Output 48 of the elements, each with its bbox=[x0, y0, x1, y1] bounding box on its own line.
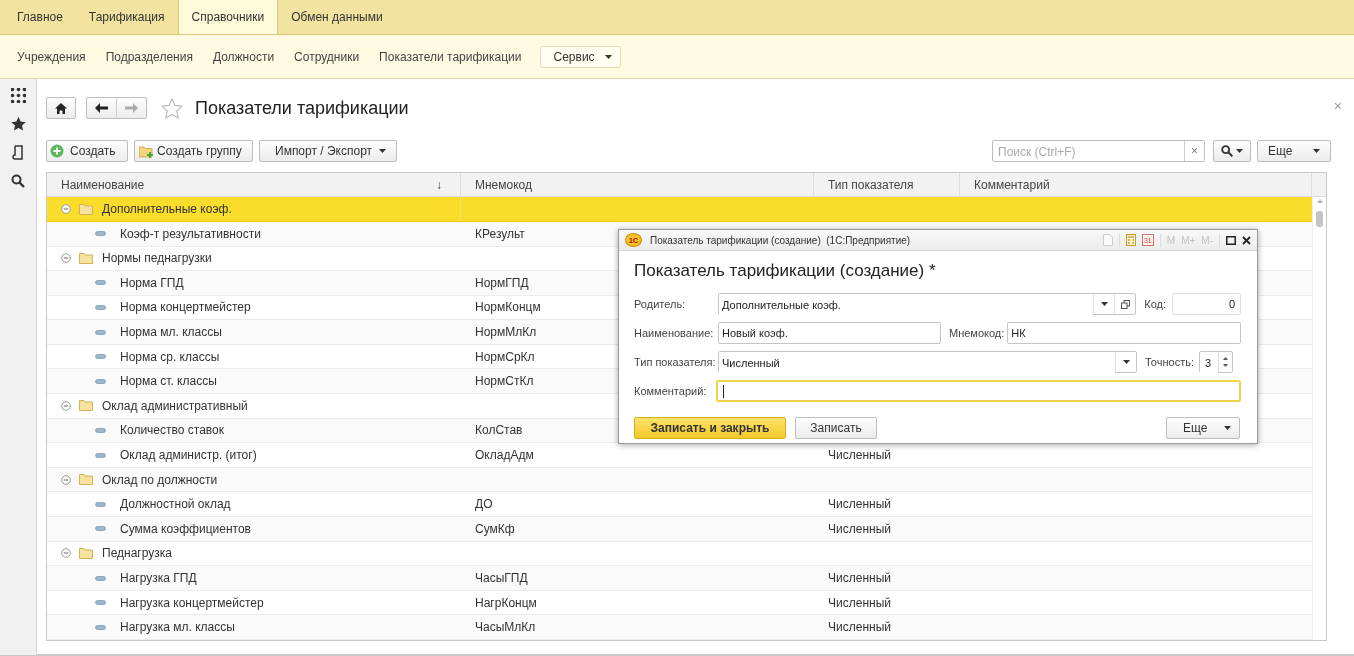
name-text: Нагрузка ГПД bbox=[120, 571, 197, 585]
name-text: Оклад административный bbox=[102, 398, 248, 413]
field-label: Точность: bbox=[1145, 356, 1194, 368]
table-cell: Численный bbox=[828, 521, 891, 536]
dialog-heading: Показатель тарификации (создание) * bbox=[634, 261, 937, 281]
table-cell: Численный bbox=[828, 571, 891, 585]
field-label: Родитель: bbox=[634, 298, 687, 310]
name-text: Количество ставок bbox=[120, 423, 224, 438]
field-label: Тип показателя: bbox=[634, 356, 717, 368]
name-text: Норма ст. классы bbox=[120, 374, 217, 389]
name-text: Должностной оклад bbox=[120, 497, 231, 512]
table-cell: ЧасыГПД bbox=[475, 571, 528, 585]
name-text: Сумма коэффициентов bbox=[120, 521, 251, 536]
name-text: Норма концертмейстер bbox=[120, 300, 251, 315]
table-cell: ДО bbox=[475, 497, 493, 512]
field-label: Мнемокод: bbox=[949, 327, 1005, 339]
window-title: Показатель тарификации (создание) (1С:Предприятие) bbox=[650, 234, 912, 246]
name-text: Коэф-т результативности bbox=[120, 226, 261, 241]
name-text: Норма ср. классы bbox=[120, 349, 220, 364]
field-label: Комментарий: bbox=[634, 385, 708, 397]
page-title: Показатели тарификации bbox=[195, 97, 409, 119]
name-text: Нормы педнагрузки bbox=[102, 251, 212, 266]
name-text: Дополнительные коэф. bbox=[102, 202, 232, 217]
name-text: Нагрузка концертмейстер bbox=[120, 595, 264, 610]
table-cell: Численный bbox=[828, 497, 891, 512]
table-cell: НагрКонцм bbox=[475, 595, 537, 610]
table-cell: КРезульт bbox=[475, 226, 525, 241]
name-text: Нагрузка мл. классы bbox=[120, 620, 235, 635]
table-cell: НормМлКл bbox=[475, 325, 537, 340]
field-label: Наименование: bbox=[634, 327, 715, 339]
table-cell: НормСрКл bbox=[475, 349, 535, 364]
name-text: Норма ГПД bbox=[120, 275, 184, 290]
table-cell: Численный bbox=[828, 595, 891, 610]
table-cell: НормКонцм bbox=[475, 300, 541, 315]
table-cell: НормСтКл bbox=[475, 374, 534, 389]
field-label: Код: bbox=[1144, 298, 1167, 310]
table-cell: НормГПД bbox=[475, 275, 529, 290]
table-cell: ЧасыМлКл bbox=[475, 620, 536, 635]
table-cell: Численный bbox=[828, 448, 891, 463]
table-cell: СумКф bbox=[475, 521, 515, 536]
table-cell: Численный bbox=[828, 620, 891, 635]
table-cell: ОкладАдм bbox=[475, 448, 534, 463]
name-text: Оклад по должности bbox=[102, 472, 218, 487]
name-text: Оклад администр. (итог) bbox=[120, 448, 257, 463]
name-text: Педнагрузка bbox=[102, 546, 172, 561]
name-text: Норма мл. классы bbox=[120, 325, 222, 340]
table-cell: КолСтав bbox=[475, 423, 523, 438]
sort-mark: ↓ bbox=[436, 177, 442, 192]
